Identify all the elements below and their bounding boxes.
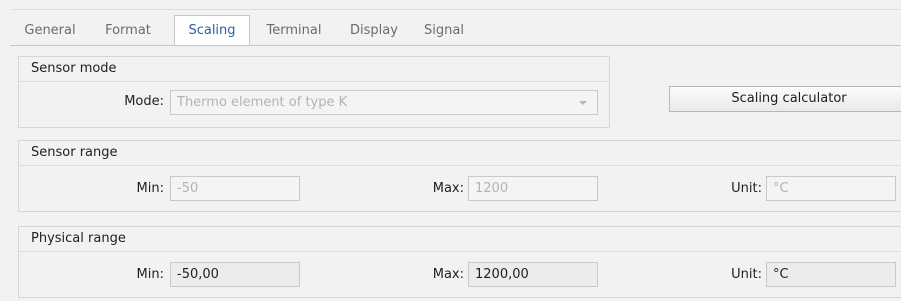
tab-general[interactable]: General <box>18 16 82 46</box>
mode-dropdown[interactable]: Thermo element of type K <box>170 90 598 115</box>
sensor-min-label: Min: <box>136 181 164 196</box>
sensor-range-title: Sensor range <box>19 141 901 166</box>
tab-display[interactable]: Display <box>342 16 406 46</box>
chevron-down-icon <box>579 101 587 105</box>
tab-scaling[interactable]: Scaling <box>174 15 250 47</box>
physical-max-label: Max: <box>432 267 464 282</box>
sensor-unit-input[interactable]: °C <box>766 176 896 201</box>
physical-unit-input[interactable]: °C <box>766 262 896 287</box>
tab-terminal[interactable]: Terminal <box>262 16 326 46</box>
window-top-border <box>12 9 901 10</box>
mode-dropdown-value: Thermo element of type K <box>177 95 348 110</box>
tab-signal[interactable]: Signal <box>420 16 468 46</box>
mode-label: Mode: <box>124 94 164 109</box>
physical-max-input[interactable]: 1200,00 <box>468 262 598 287</box>
scaling-calculator-button[interactable]: Scaling calculator <box>669 86 901 112</box>
sensor-min-input[interactable]: -50 <box>170 176 300 201</box>
physical-min-input[interactable]: -50,00 <box>170 262 300 287</box>
physical-min-label: Min: <box>136 267 164 282</box>
tab-format[interactable]: Format <box>98 16 158 46</box>
sensor-max-label: Max: <box>432 181 464 196</box>
sensor-max-input[interactable]: 1200 <box>468 176 598 201</box>
physical-unit-label: Unit: <box>731 267 762 282</box>
sensor-unit-label: Unit: <box>731 181 762 196</box>
physical-range-title: Physical range <box>19 227 901 252</box>
sensor-mode-title: Sensor mode <box>19 57 609 82</box>
